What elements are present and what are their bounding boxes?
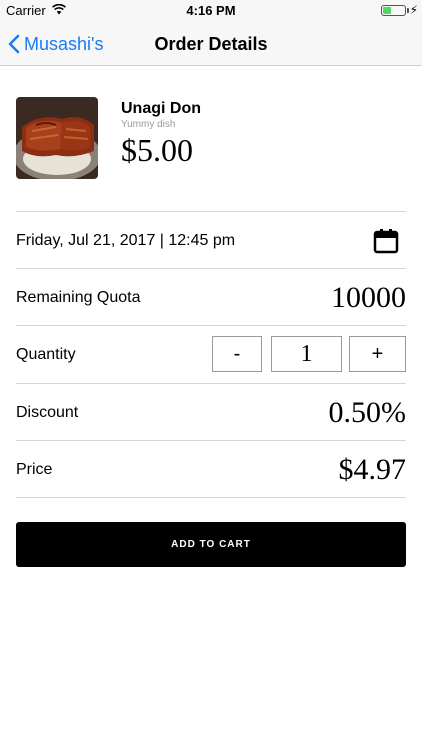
product-image	[16, 97, 98, 179]
calendar-icon[interactable]	[372, 227, 400, 255]
remaining-quota-row: Remaining Quota 10000	[16, 268, 406, 325]
discount-row: Discount 0.50%	[16, 383, 406, 440]
divider	[16, 497, 406, 498]
quantity-value[interactable]: 1	[271, 336, 342, 372]
discount-value: 0.50%	[328, 396, 407, 429]
product-price: $5.00	[121, 132, 193, 168]
charging-bolt-icon: ⚡	[409, 3, 418, 17]
date-row[interactable]: Friday, Jul 21, 2017 | 12:45 pm	[16, 211, 406, 268]
order-date-time: Friday, Jul 21, 2017 | 12:45 pm	[16, 232, 236, 249]
battery-icon	[381, 5, 406, 16]
status-time: 4:16 PM	[186, 3, 236, 18]
remaining-quota-label: Remaining Quota	[16, 289, 141, 306]
quantity-decrement-button[interactable]: -	[212, 336, 262, 372]
add-to-cart-button[interactable]: ADD TO CART	[16, 522, 406, 567]
quantity-row: Quantity - 1 +	[16, 325, 406, 382]
quantity-increment-button[interactable]: +	[349, 336, 406, 372]
battery-level	[383, 7, 392, 14]
unagi-don-photo	[16, 97, 98, 179]
page-title: Order Details	[154, 34, 268, 54]
navigation-bar: Musashi's Order Details	[0, 22, 422, 66]
status-bar: Carrier 4:16 PM ⚡	[0, 0, 422, 22]
product-name: Unagi Don	[121, 100, 201, 117]
price-label: Price	[16, 461, 53, 478]
discount-label: Discount	[16, 404, 79, 421]
quantity-label: Quantity	[16, 346, 76, 363]
price-value: $4.97	[338, 453, 407, 486]
remaining-quota-value: 10000	[331, 281, 406, 314]
price-row: Price $4.97	[16, 440, 406, 497]
product-description: Yummy dish	[121, 119, 176, 130]
